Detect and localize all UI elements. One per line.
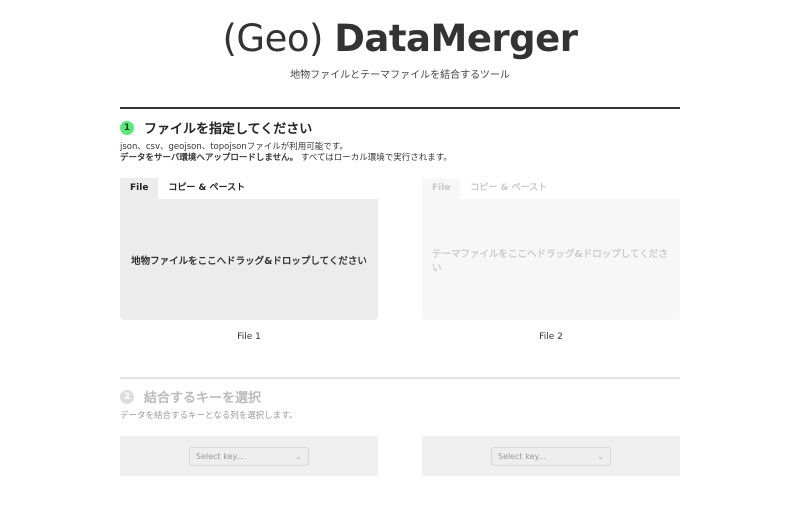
step2-header: 2 結合するキーを選択 (120, 387, 261, 406)
section-divider-light (120, 377, 680, 379)
step2-title: 結合するキーを選択 (144, 391, 262, 406)
file1-label: File 1 (237, 332, 261, 342)
chevron-down-icon: ⌄ (597, 451, 604, 461)
key2-panel: Select key... ⌄ (422, 436, 680, 476)
step2-description: データを結合するキーとなる列を選択します。 (120, 411, 298, 421)
file2-dropzone-text: テーマファイルをここへドラッグ&ドロップしてください (432, 248, 668, 274)
key1-select-placeholder: Select key... (196, 451, 244, 461)
file1-dropzone[interactable]: 地物ファイルをここへドラッグ&ドロップしてください (120, 199, 378, 320)
key1-select[interactable]: Select key... ⌄ (189, 446, 309, 466)
step1-notice-rest: すべてはローカル環境で実行されます。 (298, 153, 452, 163)
step2-number-badge: 2 (120, 389, 134, 404)
step1-notice: データをサーバ環境へアップロードしません。 すべてはローカル環境で実行されます。 (120, 151, 452, 163)
app-title: (Geo) DataMerger (0, 16, 800, 62)
file2-tab-paste[interactable]: コピー & ペースト (460, 178, 557, 199)
file2-label: File 2 (539, 332, 563, 342)
file2-tabs: File コピー & ペースト (422, 178, 557, 199)
key1-panel: Select key... ⌄ (120, 436, 378, 476)
file1-dropzone-text: 地物ファイルをここへドラッグ&ドロップしてください (131, 255, 367, 267)
step1-notice-bold: データをサーバ環境へアップロードしません。 (120, 153, 299, 163)
app-title-prefix: (Geo) (222, 17, 335, 60)
chevron-down-icon: ⌄ (295, 451, 302, 461)
step1-header: 1 ファイルを指定してください (120, 118, 312, 137)
app-subtitle: 地物ファイルとテーマファイルを結合するツール (290, 70, 510, 81)
file1-tab-file[interactable]: File (120, 178, 159, 199)
file2-tab-file[interactable]: File (422, 178, 461, 199)
key2-select-placeholder: Select key... (498, 451, 546, 461)
step1-title: ファイルを指定してください (144, 122, 313, 137)
step1-number-badge: 1 (120, 120, 134, 135)
file2-dropzone[interactable]: テーマファイルをここへドラッグ&ドロップしてください (422, 199, 680, 320)
key2-select[interactable]: Select key... ⌄ (491, 446, 611, 466)
app-title-name: DataMerger (334, 17, 578, 60)
file1-tab-paste[interactable]: コピー & ペースト (158, 178, 255, 199)
section-divider (120, 107, 680, 109)
file1-tabs: File コピー & ペースト (120, 178, 255, 199)
